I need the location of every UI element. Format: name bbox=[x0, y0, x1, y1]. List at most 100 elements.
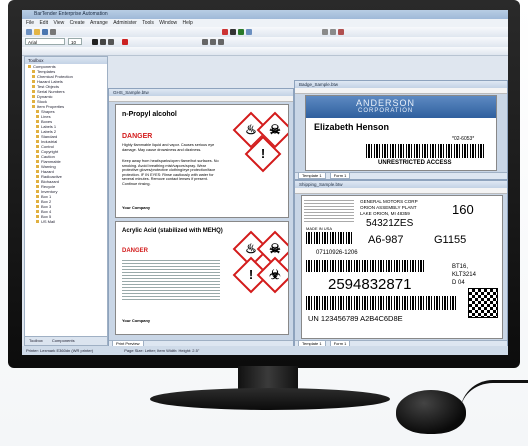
product-name: Acrylic Acid (stabilized with MEHQ) bbox=[122, 228, 223, 234]
status-printer: Printer: Lexmark E360dn (WR printer) bbox=[26, 348, 94, 353]
toolbar-secondary bbox=[22, 47, 508, 56]
quantity: 160 bbox=[452, 202, 474, 217]
serial-number: 2594832871 bbox=[328, 276, 412, 293]
status-bar: Printer: Lexmark E360dn (WR printer) Pag… bbox=[22, 346, 508, 355]
part-barcode bbox=[306, 232, 354, 244]
align-right-icon[interactable] bbox=[218, 39, 224, 45]
doc-window-badge: Badge_Sample.btw ANDERSON CORPORATION El… bbox=[294, 80, 508, 180]
signal-word: DANGER bbox=[122, 133, 153, 140]
menu-administer[interactable]: Administer bbox=[113, 20, 137, 26]
align-icon[interactable] bbox=[338, 29, 344, 35]
folder-icon bbox=[32, 70, 35, 74]
folder-icon bbox=[32, 75, 35, 79]
folder-icon bbox=[36, 150, 39, 154]
folder-icon bbox=[36, 170, 39, 174]
folder-icon bbox=[36, 120, 39, 124]
folder-icon bbox=[32, 100, 35, 104]
zoom-in-icon[interactable] bbox=[322, 29, 328, 35]
ghs-label-1[interactable]: n-Propyl alcohol DANGER Highly flammable… bbox=[115, 104, 289, 218]
code-2: G1155 bbox=[434, 234, 467, 246]
company-name: Your Company bbox=[122, 205, 151, 210]
folder-icon bbox=[32, 85, 35, 89]
supplier-name: GENERAL MOTORS CORP bbox=[360, 199, 418, 204]
org-subtitle: CORPORATION bbox=[358, 108, 414, 114]
folder-icon bbox=[32, 80, 35, 84]
org-name: ANDERSON bbox=[356, 98, 416, 108]
corrosion-icon: ☠ bbox=[269, 122, 281, 137]
tab-components[interactable]: Components bbox=[52, 338, 75, 343]
doc-tabstrip: Template 1 Form 1 bbox=[295, 172, 507, 179]
toolbox-panel: Toolbox Components Templates Chemical Prot… bbox=[24, 56, 108, 346]
badge-header: ANDERSON CORPORATION bbox=[306, 96, 496, 118]
folder-icon bbox=[36, 140, 39, 144]
shape-tool-icon[interactable] bbox=[238, 29, 244, 35]
ghs-label-2[interactable]: Acrylic Acid (stabilized with MEHQ) DANG… bbox=[115, 221, 289, 335]
tab-toolbox[interactable]: Toolbox bbox=[29, 338, 43, 343]
status-page-info: Page Size: Letter; Item Width: Height: 2… bbox=[124, 348, 200, 353]
precaution-statement: Keep away from heat/sparks/open flame/ho… bbox=[122, 159, 219, 186]
ruler bbox=[295, 188, 507, 194]
folder-icon bbox=[32, 95, 35, 99]
folder-icon bbox=[36, 135, 39, 139]
un-code: UN 123456789 A2B4C6D8E bbox=[308, 314, 403, 323]
shipping-label[interactable]: GENERAL MOTORS CORP ORION ASSEMBLY PLANT… bbox=[301, 195, 503, 339]
font-color-icon[interactable] bbox=[122, 39, 128, 45]
underline-icon[interactable] bbox=[108, 39, 114, 45]
sidebar-tabs: Toolbox Components bbox=[25, 336, 107, 345]
folder-icon bbox=[36, 110, 39, 114]
part-number: 54321ZES bbox=[366, 218, 414, 229]
folder-icon bbox=[36, 130, 39, 134]
hazard-statement: Highly flammable liquid and vapor. Cause… bbox=[122, 143, 215, 152]
date-code: 07110926-1206 bbox=[316, 250, 358, 256]
badge-id: *02-6053* bbox=[452, 136, 475, 142]
tab-template[interactable]: Template 1 bbox=[298, 173, 326, 179]
barcode-tool-icon[interactable] bbox=[230, 29, 236, 35]
signal-word: DANGER bbox=[122, 248, 149, 254]
folder-icon bbox=[36, 200, 39, 204]
doc-window-ghs: GHS_Sample.btw n-Propyl alcohol DANGER H… bbox=[108, 88, 294, 348]
align-left-icon[interactable] bbox=[202, 39, 208, 45]
menu-view[interactable]: View bbox=[53, 20, 64, 26]
menu-file[interactable]: File bbox=[26, 20, 34, 26]
zoom-out-icon[interactable] bbox=[330, 29, 336, 35]
menu-help[interactable]: Help bbox=[182, 20, 192, 26]
folder-icon bbox=[36, 125, 39, 129]
text-tool-icon[interactable] bbox=[222, 29, 228, 35]
bold-icon[interactable] bbox=[92, 39, 98, 45]
hazard-text-block bbox=[122, 258, 220, 302]
picture-tool-icon[interactable] bbox=[246, 29, 252, 35]
menu-tools[interactable]: Tools bbox=[142, 20, 154, 26]
font-size-select[interactable]: 10 bbox=[68, 38, 82, 45]
ruler bbox=[295, 88, 507, 94]
window-title: BarTender Enterprise Automation bbox=[22, 10, 508, 19]
open-icon[interactable] bbox=[34, 29, 40, 35]
tree-item-label: US Mail bbox=[41, 219, 56, 224]
menu-create[interactable]: Create bbox=[70, 20, 85, 26]
badge-label[interactable]: ANDERSON CORPORATION Elizabeth Henson *0… bbox=[305, 95, 497, 171]
folder-icon bbox=[36, 175, 39, 179]
folder-icon bbox=[28, 65, 31, 69]
tab-form[interactable]: Form 1 bbox=[329, 173, 351, 179]
un-barcode bbox=[306, 296, 456, 310]
new-icon[interactable] bbox=[26, 29, 32, 35]
code-1: A6-987 bbox=[368, 234, 404, 246]
save-icon[interactable] bbox=[42, 29, 48, 35]
menu-edit[interactable]: Edit bbox=[39, 20, 48, 26]
access-level: UNRESTRICTED ACCESS bbox=[378, 160, 452, 166]
font-name-select[interactable]: Arial bbox=[25, 38, 65, 45]
folder-icon bbox=[36, 220, 39, 224]
italic-icon[interactable] bbox=[100, 39, 106, 45]
print-icon[interactable] bbox=[50, 29, 56, 35]
product-name: n-Propyl alcohol bbox=[122, 111, 177, 118]
folder-icon bbox=[32, 90, 35, 94]
doc-window-shipping: Shipping_Sample.btw GENERAL MOTORS CORP … bbox=[294, 180, 508, 348]
bt-line-1: BT16, bbox=[452, 264, 469, 270]
tree-item[interactable]: US Mail bbox=[28, 219, 107, 224]
supplier-address-1: ORION ASSEMBLY PLANT bbox=[360, 205, 417, 210]
ruler bbox=[109, 96, 293, 102]
align-center-icon[interactable] bbox=[210, 39, 216, 45]
menu-arrange[interactable]: Arrange bbox=[90, 20, 108, 26]
toolbox-header: Toolbox bbox=[25, 57, 107, 64]
menu-window[interactable]: Window bbox=[159, 20, 177, 26]
app-screen: BarTender Enterprise Automation File Edi… bbox=[22, 10, 508, 355]
